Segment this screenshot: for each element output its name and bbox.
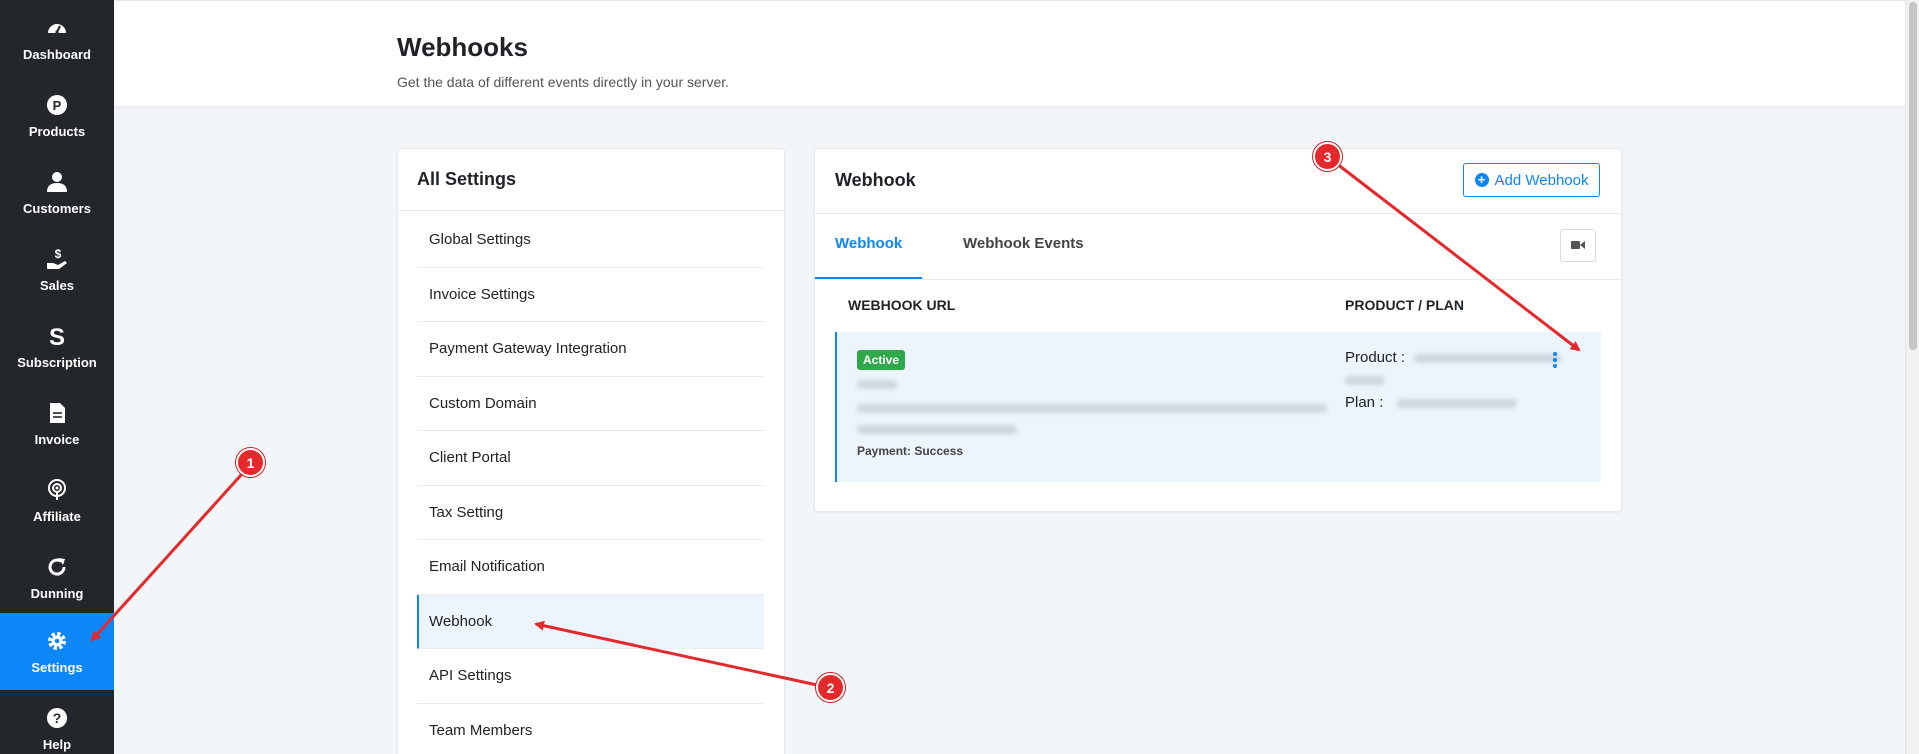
annotation-arrow-1	[90, 462, 253, 642]
column-header-product-plan: PRODUCT / PLAN	[1345, 297, 1464, 313]
nav-products[interactable]: P Products	[0, 77, 114, 154]
settings-item-global[interactable]: Global Settings	[417, 213, 764, 268]
divider	[815, 279, 1621, 280]
more-options-icon[interactable]	[1548, 349, 1562, 371]
webhook-panel: Webhook + Add Webhook Webhook Webhook Ev…	[814, 148, 1622, 512]
nav-label: Sales	[40, 278, 74, 293]
annotation-marker-1: 1	[236, 448, 265, 477]
nav-subscription[interactable]: S Subscription	[0, 308, 114, 385]
subscription-icon: S	[44, 323, 70, 349]
product-icon: P	[44, 92, 70, 118]
redacted-text	[857, 380, 897, 389]
nav-invoice[interactable]: Invoice	[0, 385, 114, 462]
gear-icon	[44, 628, 70, 654]
svg-text:$: $	[55, 247, 62, 261]
nav-label: Subscription	[17, 355, 97, 370]
webhook-row[interactable]: Active Payment: Success Product : Plan :	[835, 332, 1601, 482]
redacted-text	[857, 404, 1327, 413]
nav-settings[interactable]: Settings	[0, 613, 114, 690]
video-camera-icon	[1571, 237, 1585, 255]
product-label: Product :	[1345, 349, 1406, 366]
scrollbar[interactable]	[1905, 0, 1919, 754]
page-subtitle: Get the data of different events directl…	[397, 74, 730, 90]
scrollbar-thumb[interactable]	[1909, 2, 1917, 350]
dashboard-icon	[44, 15, 70, 41]
nav-dunning[interactable]: Dunning	[0, 539, 114, 616]
affiliate-icon	[44, 477, 70, 503]
payment-status: Payment: Success	[857, 444, 964, 458]
settings-title: All Settings	[417, 169, 517, 189]
nav-label: Affiliate	[33, 509, 81, 524]
settings-item-email-notification[interactable]: Email Notification	[417, 540, 764, 595]
user-icon	[44, 169, 70, 195]
nav-affiliate[interactable]: Affiliate	[0, 462, 114, 539]
settings-item-custom-domain[interactable]: Custom Domain	[417, 377, 764, 431]
redacted-text	[1345, 376, 1385, 385]
nav-label: Dunning	[30, 586, 84, 601]
settings-item-client-portal[interactable]: Client Portal	[417, 431, 764, 486]
refresh-icon	[44, 554, 70, 580]
add-webhook-button[interactable]: + Add Webhook	[1463, 163, 1600, 197]
invoice-icon	[44, 400, 70, 426]
nav-label: Help	[42, 737, 72, 752]
nav-help[interactable]: ? Help	[0, 690, 114, 754]
sidebar: Dashboard P Products Customers $ Sales S…	[0, 0, 114, 754]
nav-dashboard[interactable]: Dashboard	[0, 0, 114, 77]
page-header: Webhooks Get the data of different event…	[114, 0, 1905, 107]
status-badge: Active	[857, 350, 906, 370]
nav-label: Dashboard	[23, 47, 91, 62]
settings-panel: All Settings Global Settings Invoice Set…	[397, 148, 785, 754]
column-header-webhook-url: WEBHOOK URL	[848, 297, 956, 313]
tab-webhook-events[interactable]: Webhook Events	[963, 235, 1084, 252]
nav-customers[interactable]: Customers	[0, 154, 114, 231]
settings-item-api[interactable]: API Settings	[417, 649, 764, 704]
sales-icon: $	[44, 246, 70, 272]
add-webhook-label: Add Webhook	[1494, 171, 1589, 189]
nav-label: Customers	[23, 201, 91, 216]
webhook-title: Webhook	[835, 170, 916, 190]
annotation-marker-3: 3	[1313, 142, 1342, 171]
settings-item-webhook[interactable]: Webhook	[417, 594, 764, 649]
annotation-marker-2: 2	[816, 673, 845, 702]
settings-item-payment-gateway[interactable]: Payment Gateway Integration	[417, 322, 764, 377]
help-icon: ?	[44, 705, 70, 731]
svg-text:P: P	[53, 98, 62, 113]
redacted-text	[1397, 399, 1517, 408]
divider	[398, 210, 784, 211]
plan-label: Plan :	[1345, 394, 1384, 411]
settings-list: Global Settings Invoice Settings Payment…	[417, 213, 764, 754]
settings-item-invoice[interactable]: Invoice Settings	[417, 268, 764, 322]
settings-item-team-members[interactable]: Team Members	[417, 704, 764, 754]
plus-circle-icon: +	[1474, 173, 1489, 187]
settings-item-tax[interactable]: Tax Setting	[417, 486, 764, 540]
divider	[815, 213, 1621, 214]
redacted-text	[857, 425, 1017, 434]
tab-webhook[interactable]: Webhook	[835, 235, 902, 252]
nav-label: Invoice	[34, 432, 80, 447]
video-button[interactable]	[1560, 229, 1596, 262]
nav-sales[interactable]: $ Sales	[0, 231, 114, 308]
redacted-text	[1414, 354, 1561, 363]
page-title: Webhooks	[397, 32, 528, 62]
nav-label: Products	[28, 124, 86, 139]
svg-text:S: S	[49, 324, 65, 348]
nav-label: Settings	[31, 660, 83, 675]
svg-text:?: ?	[53, 710, 62, 726]
